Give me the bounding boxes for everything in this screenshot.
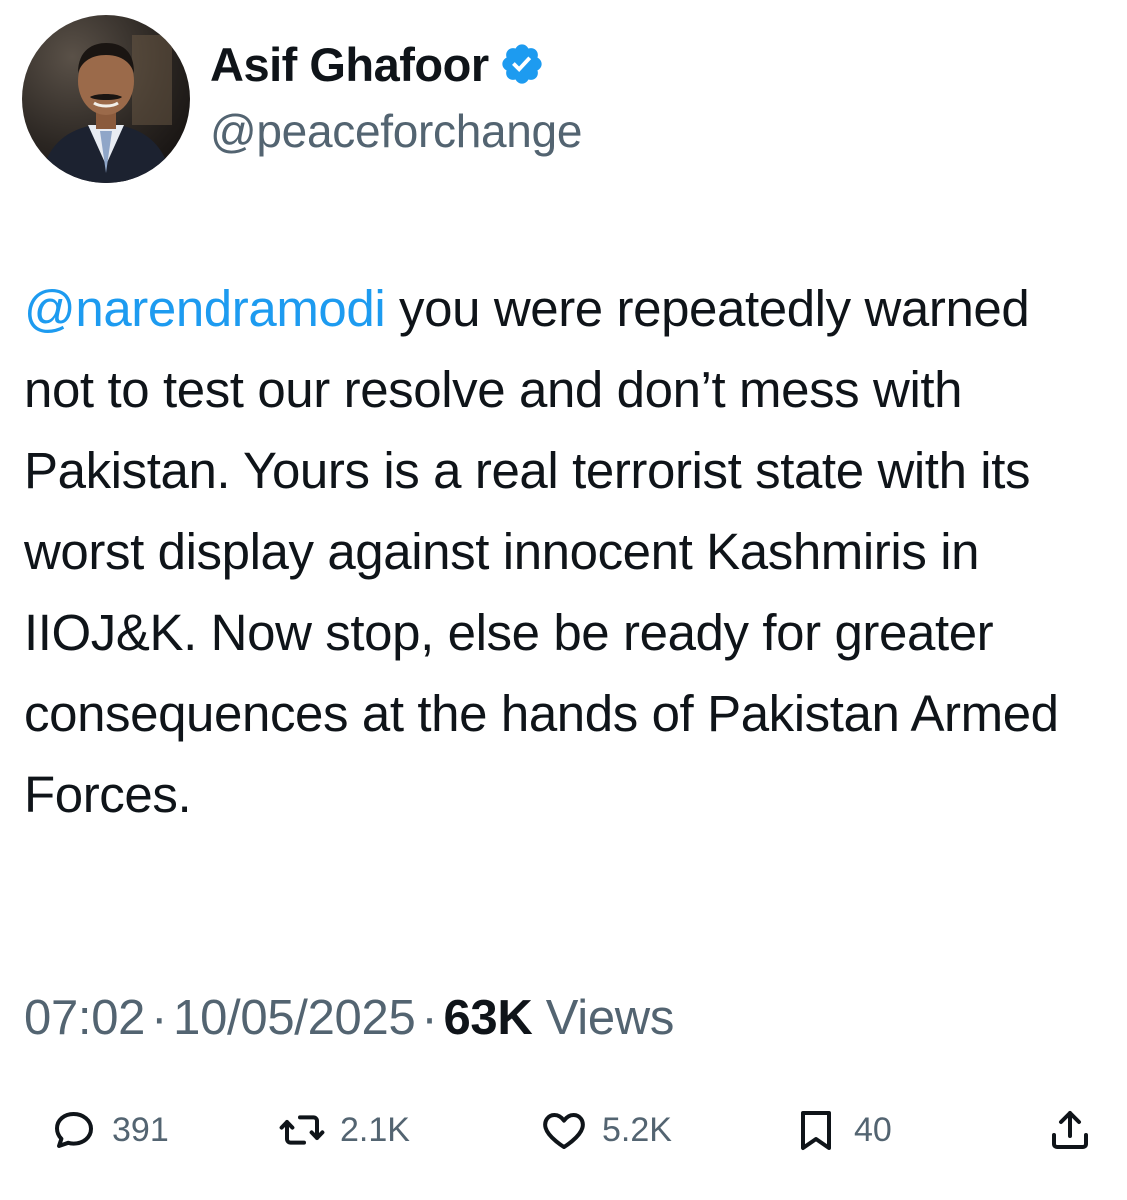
repost-count: 2.1K — [340, 1110, 410, 1149]
share-icon — [1052, 1111, 1088, 1149]
tweet-body-text: you were repeatedly warned not to test o… — [24, 280, 1059, 823]
author-display-name[interactable]: Asif Ghafoor — [210, 37, 489, 92]
tweet-time[interactable]: 07:02 — [24, 991, 145, 1045]
repost-button[interactable]: 2.1K — [278, 1095, 410, 1165]
meta-separator: · — [151, 991, 168, 1045]
tweet: Asif Ghafoor @peaceforchange @narendramo… — [0, 0, 1127, 1200]
like-count: 5.2K — [602, 1110, 672, 1149]
bookmark-icon — [801, 1111, 831, 1150]
action-bar: 391 2.1K 5.2K 40 — [0, 1095, 1127, 1165]
avatar[interactable] — [22, 15, 190, 183]
share-button[interactable] — [1046, 1095, 1094, 1165]
tweet-meta: 07:02 · 10/05/2025 · 63K Views — [24, 990, 674, 1046]
bookmark-button[interactable]: 40 — [792, 1095, 892, 1165]
views-count: 63K — [443, 991, 533, 1045]
reply-icon — [55, 1112, 93, 1148]
tweet-text: @narendramodi you were repeatedly warned… — [24, 268, 1104, 835]
repost-icon — [279, 1115, 325, 1145]
bookmark-count: 40 — [854, 1110, 892, 1149]
author-handle[interactable]: @peaceforchange — [210, 104, 582, 158]
verified-badge-icon — [501, 44, 542, 84]
author-name-row: Asif Ghafoor — [210, 34, 545, 94]
mention-link[interactable]: @narendramodi — [24, 280, 386, 337]
like-button[interactable]: 5.2K — [540, 1095, 672, 1165]
views-label: Views — [545, 991, 675, 1045]
tweet-date[interactable]: 10/05/2025 — [173, 991, 416, 1045]
reply-count: 391 — [112, 1110, 169, 1149]
reply-button[interactable]: 391 — [50, 1095, 169, 1165]
meta-separator: · — [421, 991, 438, 1045]
like-icon — [543, 1113, 585, 1149]
